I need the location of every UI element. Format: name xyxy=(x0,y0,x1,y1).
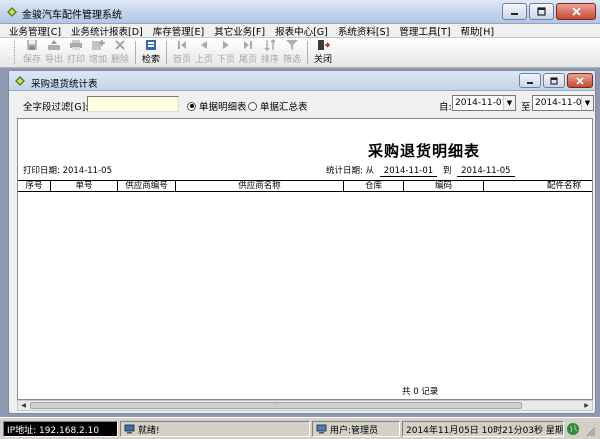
col-supplier-code[interactable]: 供应商编号 xyxy=(118,181,176,192)
status-ready: 就绪! xyxy=(120,421,310,437)
app-title: 金骏汽车配件管理系统 xyxy=(22,10,122,21)
child-close-button[interactable] xyxy=(567,73,593,88)
report-preview: 采购退货明细表 打印日期: 2014-11-05 统计日期: 从 2014-11… xyxy=(17,118,593,400)
radio-summary[interactable]: 单据汇总表 xyxy=(248,99,308,113)
minimize-icon xyxy=(527,81,533,84)
col-supplier-name[interactable]: 供应商名称 xyxy=(176,181,344,192)
child-titlebar: 采购退货统计表 xyxy=(9,71,595,91)
close-window-button[interactable] xyxy=(556,3,596,20)
last-page-button[interactable]: 尾页 xyxy=(237,38,259,67)
sort-icon xyxy=(264,39,276,51)
close-icon xyxy=(571,7,581,16)
toolbar-separator xyxy=(166,41,167,64)
search-button[interactable]: 检索 xyxy=(140,38,162,67)
next-page-icon xyxy=(223,41,229,49)
last-page-icon xyxy=(244,41,252,49)
print-date: 打印日期: 2014-11-05 xyxy=(23,166,112,176)
toolbar-separator xyxy=(135,41,136,64)
resize-grip-icon[interactable] xyxy=(586,427,596,437)
toolbar-grip[interactable] xyxy=(14,41,17,64)
toolbar-separator xyxy=(307,41,308,64)
record-count: 共 0 记录 xyxy=(402,387,439,397)
chevron-down-icon[interactable]: ▼ xyxy=(503,96,515,110)
main-titlebar: 金骏汽车配件管理系统 xyxy=(0,0,600,24)
menu-help[interactable]: 帮助[H] xyxy=(456,24,500,38)
globe-icon xyxy=(567,423,579,435)
scroll-right-icon[interactable]: ▶ xyxy=(581,401,592,410)
delete-button[interactable]: 删除 xyxy=(109,38,131,67)
delete-icon xyxy=(115,40,125,50)
radio-unchecked-icon xyxy=(248,101,257,111)
radio-checked-icon xyxy=(187,101,196,111)
chevron-down-icon[interactable]: ▼ xyxy=(581,96,593,110)
menubar: 业务管理[C] 业务统计报表[D] 库存管理[E] 其它业务[F] 报表中心[G… xyxy=(0,24,600,38)
maximize-button[interactable] xyxy=(529,3,554,20)
sort-button[interactable]: 排序 xyxy=(259,38,281,67)
menu-other[interactable]: 其它业务[F] xyxy=(209,24,270,38)
status-datetime: 2014年11月05日 10时21分03秒 星期三 xyxy=(402,421,564,437)
date-from-label: 自: xyxy=(439,102,452,113)
next-page-button[interactable]: 下页 xyxy=(215,38,237,67)
maximize-icon xyxy=(537,7,546,16)
menu-report-center[interactable]: 报表中心[G] xyxy=(270,24,333,38)
filter-bar: 全字段过滤[G]: 单据明细表 单据汇总表 自: 2014-11-01 ▼ 至 … xyxy=(9,91,595,115)
menu-stat-reports[interactable]: 业务统计报表[D] xyxy=(66,24,148,38)
child-title: 采购退货统计表 xyxy=(31,79,98,90)
filter-input[interactable] xyxy=(87,96,179,112)
stat-date-range: 统计日期: 从 2014-11-01 到 2014-11-05 xyxy=(326,164,518,177)
menu-tools[interactable]: 管理工具[T] xyxy=(394,24,455,38)
status-ip: IP地址: 192.168.2.10 xyxy=(3,421,118,437)
menu-inventory[interactable]: 库存管理[E] xyxy=(148,24,209,38)
export-button[interactable]: 导出 xyxy=(43,38,65,67)
col-warehouse[interactable]: 仓库 xyxy=(344,181,404,192)
print-button[interactable]: 打印 xyxy=(65,38,87,67)
first-page-button[interactable]: 首页 xyxy=(171,38,193,67)
save-button[interactable]: 保存 xyxy=(21,38,43,67)
child-maximize-button[interactable] xyxy=(543,73,565,88)
minimize-button[interactable] xyxy=(502,3,527,20)
print-icon xyxy=(70,40,82,50)
scroll-left-icon[interactable]: ◀ xyxy=(18,401,29,410)
menu-business[interactable]: 业务管理[C] xyxy=(4,24,66,38)
col-index[interactable]: 序号 xyxy=(18,181,51,192)
export-icon xyxy=(48,40,60,50)
report-table-header: 序号 单号 供应商编号 供应商名称 仓库 编码 配件名称 xyxy=(18,180,592,192)
toolbar: 保存 导出 打印 增加 删除 检索 首页 上页 下页 尾页 排序 筛选 关闭 xyxy=(0,38,600,68)
col-code[interactable]: 编码 xyxy=(404,181,484,192)
close-icon xyxy=(576,76,584,85)
col-doc-no[interactable]: 单号 xyxy=(51,181,118,192)
report-child-window: 采购退货统计表 全字段过滤[G]: 单据明细表 单据汇总表 自: 2014-11… xyxy=(8,70,596,414)
add-button[interactable]: 增加 xyxy=(87,38,109,67)
close-module-button[interactable]: 关闭 xyxy=(312,38,334,67)
save-icon xyxy=(27,40,37,50)
filter-icon xyxy=(286,40,298,50)
app-logo-icon xyxy=(7,7,17,17)
user-icon xyxy=(316,424,327,434)
date-from-picker[interactable]: 2014-11-01 ▼ xyxy=(452,95,516,111)
prev-page-icon xyxy=(201,41,207,49)
filter-button[interactable]: 筛选 xyxy=(281,38,303,67)
report-title: 采购退货明细表 xyxy=(368,142,481,160)
exit-door-icon xyxy=(318,40,330,50)
statusbar: IP地址: 192.168.2.10 就绪! 用户:管理员 2014年11月05… xyxy=(0,417,600,439)
minimize-icon xyxy=(511,13,518,15)
prev-page-button[interactable]: 上页 xyxy=(193,38,215,67)
child-minimize-button[interactable] xyxy=(519,73,541,88)
radio-detail[interactable]: 单据明细表 xyxy=(187,99,247,113)
scroll-thumb[interactable]: ⋮ xyxy=(30,402,522,409)
horizontal-scrollbar[interactable]: ◀ ⋮ ▶ xyxy=(17,400,593,411)
maximize-icon xyxy=(550,76,558,85)
first-page-icon xyxy=(178,41,186,49)
date-to-picker[interactable]: 2014-11-05 ▼ xyxy=(532,95,594,111)
computer-icon xyxy=(124,424,135,434)
status-user: 用户:管理员 xyxy=(312,421,400,437)
add-icon xyxy=(92,40,105,50)
date-to-label: 至 xyxy=(521,102,531,113)
menu-system-data[interactable]: 系统资料[S] xyxy=(333,24,394,38)
app-logo-icon xyxy=(15,76,25,86)
filter-label: 全字段过滤[G]: xyxy=(23,102,89,113)
search-icon xyxy=(146,40,156,50)
col-part-name[interactable]: 配件名称 xyxy=(484,181,592,192)
